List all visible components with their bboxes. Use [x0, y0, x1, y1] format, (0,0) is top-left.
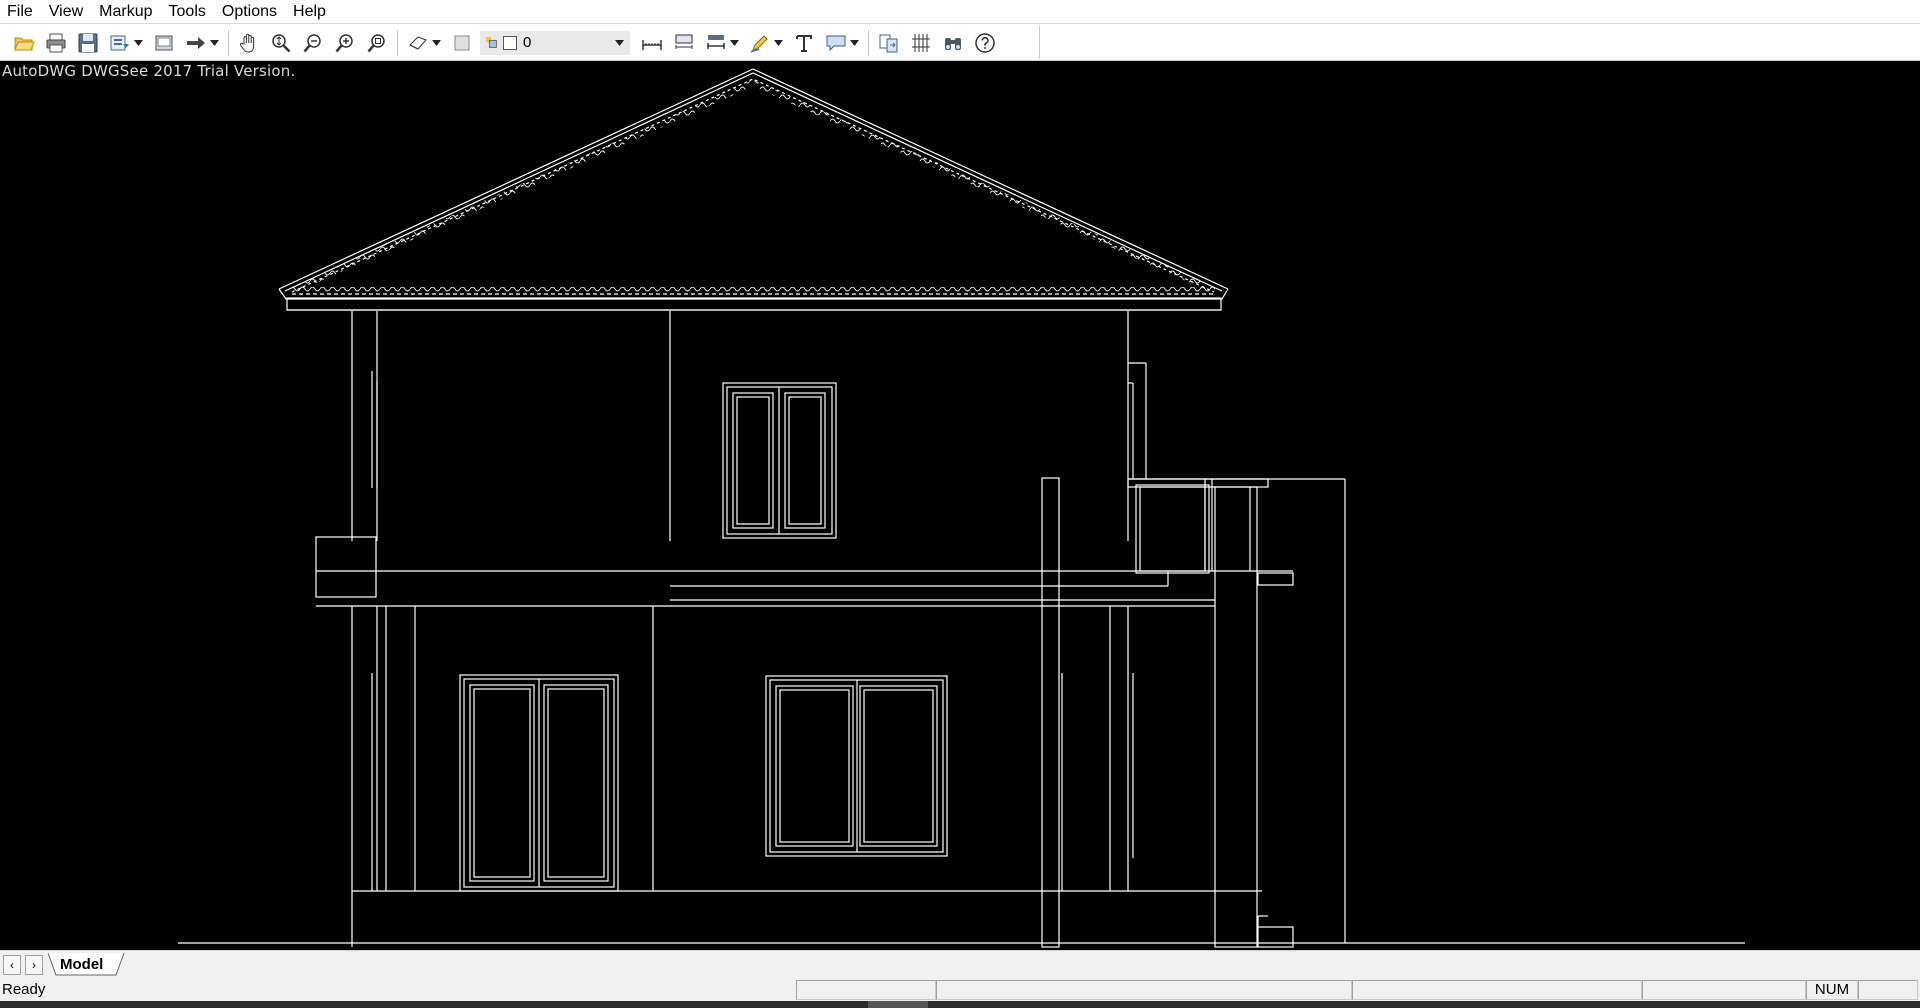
measure-area-icon[interactable] — [670, 29, 698, 57]
status-bar: Ready NUM — [0, 979, 1920, 1001]
markup-pen-icon[interactable] — [746, 29, 774, 57]
layer-dropdown-arrow-icon[interactable] — [611, 32, 627, 54]
compare-icon[interactable] — [875, 29, 903, 57]
select-window-icon[interactable] — [150, 29, 178, 57]
balcony-left — [315, 536, 377, 598]
print-icon[interactable] — [42, 29, 70, 57]
menu-markup[interactable]: Markup — [91, 0, 160, 24]
export-dropdown-icon[interactable] — [132, 29, 144, 57]
drawing-canvas[interactable]: AutoDWG DWGSee 2017 Trial Version. — [0, 61, 1920, 950]
status-pane — [1858, 980, 1918, 1000]
menu-tools[interactable]: Tools — [161, 0, 214, 24]
layer-state-icon[interactable] — [404, 29, 432, 57]
callout-icon[interactable] — [822, 29, 850, 57]
right-annex — [1127, 362, 1346, 948]
tab-next-button[interactable]: › — [25, 955, 43, 975]
lower-floor — [178, 606, 1745, 948]
save-icon[interactable] — [74, 29, 102, 57]
floor-slab — [316, 570, 1294, 607]
scroll-thumb[interactable] — [868, 1001, 928, 1008]
text-icon[interactable] — [790, 29, 818, 57]
markup-dropdown-icon[interactable] — [772, 29, 784, 57]
layer-state-dropdown-icon[interactable] — [430, 29, 442, 57]
tab-model[interactable]: Model — [48, 953, 125, 977]
layer-value: 0 — [523, 34, 532, 51]
tab-model-label: Model — [60, 956, 104, 973]
layer-swatch-icon — [503, 35, 517, 50]
toolbar-panel: 0 — [2, 26, 1040, 59]
menu-view[interactable]: View — [41, 0, 91, 24]
menu-help[interactable]: Help — [285, 0, 334, 24]
trial-watermark: AutoDWG DWGSee 2017 Trial Version. — [2, 62, 296, 80]
toolbar-separator — [868, 29, 869, 56]
layer-dropdown[interactable]: 0 — [480, 30, 630, 55]
column — [1041, 477, 1060, 948]
zoom-in-icon[interactable] — [331, 29, 359, 57]
status-pane — [1642, 980, 1806, 1000]
toolbar: 0 — [0, 24, 1920, 61]
menu-bar: File View Markup Tools Options Help — [0, 0, 1920, 24]
open-icon[interactable] — [10, 29, 38, 57]
status-num: NUM — [1806, 980, 1858, 1000]
toolbar-separator — [397, 29, 398, 56]
status-pane — [936, 980, 1352, 1000]
status-text: Ready — [2, 981, 46, 998]
status-pane — [1352, 980, 1642, 1000]
house-elevation-drawing — [178, 68, 1745, 948]
menu-options[interactable]: Options — [214, 0, 285, 24]
zoom-realtime-icon[interactable] — [267, 29, 295, 57]
help-icon[interactable] — [971, 29, 999, 57]
dimension-dropdown-icon[interactable] — [728, 29, 740, 57]
toolbar-separator — [228, 29, 229, 56]
measure-distance-icon[interactable] — [638, 29, 666, 57]
status-pane — [796, 980, 936, 1000]
zoom-out-icon[interactable] — [299, 29, 327, 57]
bottom-strip — [0, 1001, 1920, 1008]
layer-off-icon[interactable] — [448, 29, 476, 57]
find-binoculars-icon[interactable] — [939, 29, 967, 57]
arrow-dropdown-icon[interactable] — [208, 29, 220, 57]
pan-hand-icon[interactable] — [235, 29, 263, 57]
arrow-icon[interactable] — [182, 29, 210, 57]
zoom-window-icon[interactable] — [363, 29, 391, 57]
upper-floor — [351, 311, 1129, 541]
tab-prev-button[interactable]: ‹ — [3, 955, 21, 975]
dimension-icon[interactable] — [702, 29, 730, 57]
layer-color-icon — [485, 36, 497, 48]
callout-dropdown-icon[interactable] — [848, 29, 860, 57]
roof — [278, 68, 1229, 311]
menu-file[interactable]: File — [0, 0, 41, 24]
export-icon[interactable] — [106, 29, 134, 57]
layout-tab-bar: ‹ › Model — [0, 950, 1920, 979]
hatch-icon[interactable] — [907, 29, 935, 57]
